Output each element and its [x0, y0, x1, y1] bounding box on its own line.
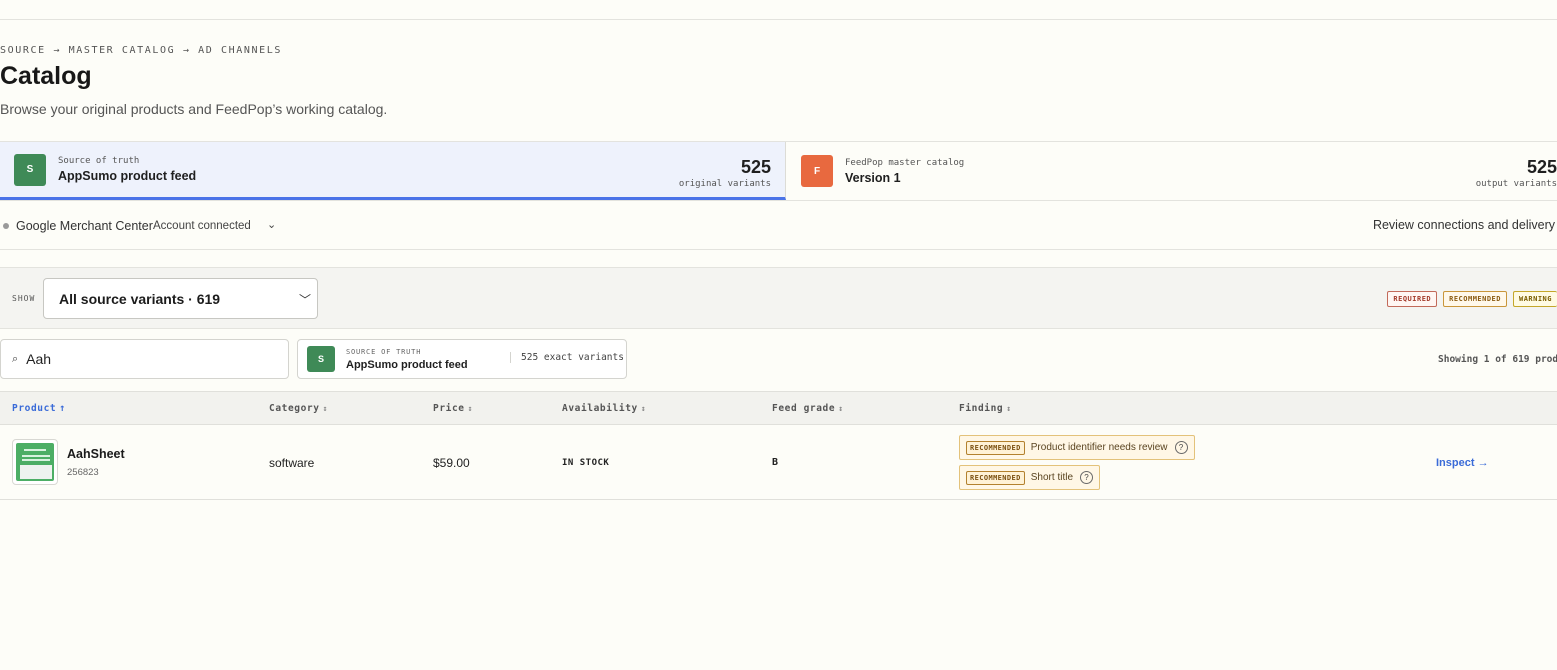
- catalog-cards: S Source of truth AppSumo product feed 5…: [0, 141, 1557, 201]
- source-card-unit: original variants: [678, 179, 771, 189]
- search-input[interactable]: [26, 351, 267, 367]
- source-pill-label: SOURCE OF TRUTH: [346, 347, 422, 356]
- variant-filter-select[interactable]: All source variants · 619 ﹀: [43, 278, 318, 319]
- page-subtitle: Browse your original products and FeedPo…: [0, 101, 388, 117]
- product-thumbnail: [12, 439, 58, 485]
- results-count: Showing 1 of 619 produ: [1438, 354, 1557, 365]
- sort-icon: ↕: [467, 404, 474, 413]
- master-card-name: Version 1: [845, 170, 901, 185]
- product-feed-grade: B: [772, 457, 779, 468]
- page-title: Catalog: [0, 62, 92, 90]
- status-dot-icon: [3, 223, 9, 229]
- filter-bar: SHOW All source variants · 619 ﹀ REQUIRE…: [0, 267, 1557, 329]
- source-card-name: AppSumo product feed: [58, 169, 197, 183]
- product-availability: IN STOCK: [562, 458, 610, 468]
- channel-row: Google Merchant Center Account connected…: [0, 201, 1557, 250]
- finding-severity-tag: RECOMMENDED: [966, 470, 1025, 485]
- finding-text: Short title: [1030, 472, 1074, 483]
- sort-icon: ↕: [322, 404, 328, 413]
- legend-required: REQUIRED: [1387, 291, 1438, 307]
- breadcrumb: SOURCE → MASTER CATALOG → AD CHANNELS: [0, 45, 282, 56]
- source-card-label: Source of truth: [58, 156, 140, 166]
- column-category[interactable]: Category ↕: [269, 403, 328, 414]
- master-catalog-card[interactable]: F FeedPop master catalog Version 1 525 o…: [786, 142, 1557, 200]
- chevron-down-icon: ﹀: [298, 293, 311, 307]
- column-finding[interactable]: Finding ↕: [959, 403, 1012, 414]
- product-id: 256823: [67, 467, 99, 478]
- sort-icon: ↕: [838, 404, 844, 413]
- column-feed-grade[interactable]: Feed grade ↕: [772, 403, 844, 414]
- help-icon[interactable]: ?: [1174, 441, 1188, 454]
- master-badge: F: [801, 155, 833, 187]
- inspect-link[interactable]: Inspect →: [1436, 457, 1489, 469]
- product-category: software: [269, 456, 315, 470]
- source-pill-name: AppSumo product feed: [346, 358, 468, 371]
- product-name: AahSheet: [67, 447, 125, 461]
- legend-recommended: RECOMMENDED: [1443, 291, 1507, 307]
- source-of-truth-pill[interactable]: S SOURCE OF TRUTH AppSumo product feed 5…: [297, 339, 627, 379]
- finding-severity-tag: RECOMMENDED: [966, 440, 1025, 455]
- severity-legend: REQUIRED RECOMMENDED WARNING: [1387, 291, 1557, 307]
- sort-asc-icon: ↑: [59, 403, 66, 414]
- finding-badge[interactable]: RECOMMENDED Product identifier needs rev…: [959, 435, 1195, 460]
- product-price: $59.00: [433, 456, 470, 470]
- column-availability[interactable]: Availability ↕: [562, 403, 646, 414]
- finding-badge[interactable]: RECOMMENDED Short title ?: [959, 465, 1101, 490]
- search-icon: ⌕: [12, 352, 19, 365]
- top-bar: [0, 0, 1557, 20]
- sort-icon: ↕: [1006, 404, 1012, 413]
- finding-text: Product identifier needs review: [1030, 442, 1168, 453]
- search-box: ⌕: [0, 339, 289, 379]
- master-card-label: FeedPop master catalog: [845, 157, 965, 168]
- column-price[interactable]: Price ↕: [433, 403, 473, 414]
- legend-warning: WARNING: [1512, 291, 1557, 307]
- table-header: Product ↑ Category ↕ Price ↕ Availability ↕ …: [0, 391, 1557, 425]
- master-card-unit: output variants: [1475, 179, 1557, 189]
- sort-icon: ↕: [640, 404, 647, 413]
- help-icon[interactable]: ?: [1080, 471, 1094, 484]
- channel-name: Google Merchant Center: [16, 219, 153, 233]
- variant-filter-value: All source variants · 619: [59, 290, 221, 307]
- channel-status: Account connected: [153, 220, 251, 232]
- master-card-count: 525: [1526, 157, 1557, 177]
- table-row[interactable]: AahSheet 256823 software $59.00 IN STOCK…: [0, 425, 1557, 500]
- show-label: SHOW: [12, 294, 36, 303]
- source-card[interactable]: S Source of truth AppSumo product feed 5…: [0, 142, 786, 200]
- chevron-down-icon[interactable]: ⌄: [267, 218, 276, 231]
- source-pill-badge: S: [307, 346, 335, 372]
- column-product[interactable]: Product ↑: [12, 403, 66, 414]
- source-card-count: 525: [740, 157, 771, 177]
- source-pill-count: 525 exact variants: [510, 352, 624, 363]
- source-badge: S: [14, 153, 46, 186]
- review-connections-link[interactable]: Review connections and delivery: [1373, 218, 1555, 232]
